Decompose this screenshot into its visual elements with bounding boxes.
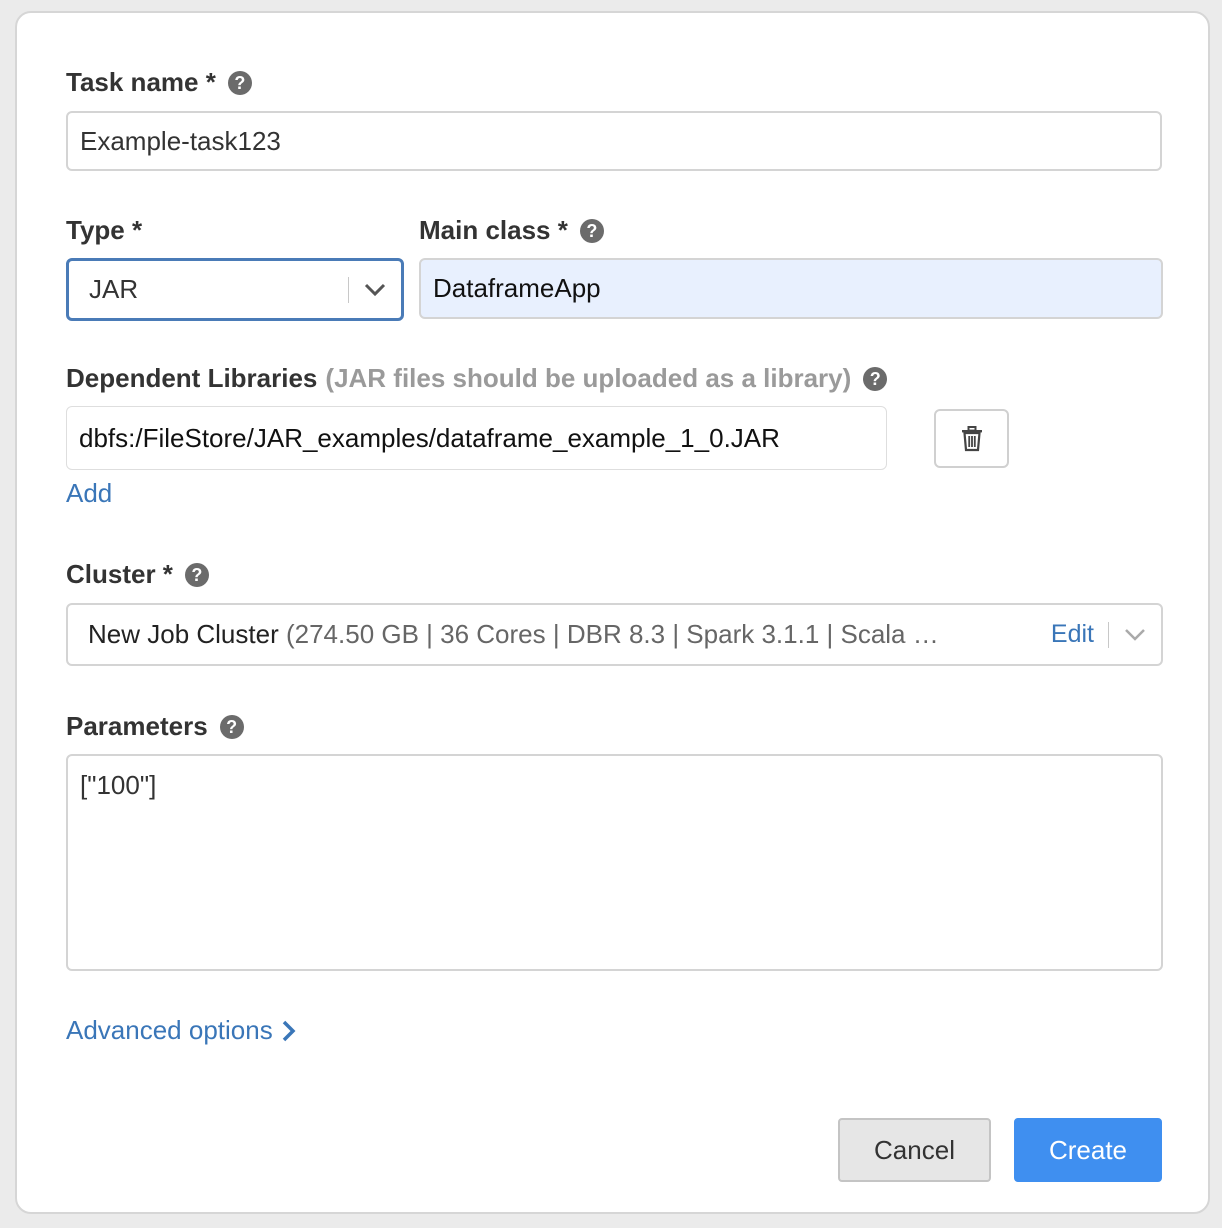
dependent-libraries-help-icon[interactable]: ? [863,366,888,391]
main-class-label: Main class * ? [419,215,604,246]
parameters-textarea[interactable]: ["100"] [66,754,1163,971]
main-class-help-icon[interactable]: ? [579,218,604,243]
cluster-help-icon[interactable]: ? [184,562,209,587]
create-button-label: Create [1048,1134,1128,1165]
cluster-edit-link[interactable]: Edit [1051,620,1094,649]
type-select-value: JAR [89,274,139,304]
main-class-input[interactable]: DataframeApp [419,258,1163,319]
remove-library-button[interactable] [934,409,1009,468]
advanced-options-label: Advanced options [66,1015,273,1045]
task-name-input[interactable]: Example-task123 [66,111,1162,171]
cancel-button-label: Cancel [874,1134,955,1165]
type-label-text: Type * [66,215,143,245]
task-name-label: Task name * ? [66,67,252,98]
main-class-label-text: Main class * [419,215,568,245]
advanced-options-toggle[interactable]: Advanced options [66,1015,297,1046]
type-select-divider [348,276,349,303]
create-button[interactable]: Create [1014,1118,1162,1182]
type-select[interactable]: JAR [66,258,404,321]
cluster-select[interactable]: New Job Cluster (274.50 GB | 36 Cores | … [66,603,1163,666]
cancel-button[interactable]: Cancel [838,1118,991,1182]
cluster-label-text: Cluster * [66,559,173,589]
task-name-value: Example-task123 [80,125,281,156]
type-label: Type * [66,215,142,246]
cluster-select-divider [1108,621,1109,648]
task-name-label-text: Task name * [66,67,216,97]
dependent-libraries-hint: (JAR files should be uploaded as a libra… [325,363,852,393]
cluster-summary: New Job Cluster (274.50 GB | 36 Cores | … [88,619,939,650]
dependent-libraries-label-text: Dependent Libraries [66,363,318,393]
cluster-name: New Job Cluster [88,619,279,649]
cluster-details: (274.50 GB | 36 Cores | DBR 8.3 | Spark … [285,619,939,649]
chevron-right-icon [282,1020,296,1041]
library-path-value: dbfs:/FileStore/JAR_examples/dataframe_e… [79,422,780,453]
library-path-input[interactable]: dbfs:/FileStore/JAR_examples/dataframe_e… [66,406,887,470]
create-task-dialog: Task name * ? Example-task123 Type * JAR… [15,11,1210,1214]
trash-icon [961,425,982,451]
cluster-label: Cluster * ? [66,559,209,590]
add-library-link[interactable]: Add [66,478,112,509]
parameters-value: ["100"] [80,770,157,800]
chevron-down-icon[interactable] [363,282,387,298]
chevron-down-icon[interactable] [1123,627,1147,643]
main-class-value: DataframeApp [433,273,601,303]
task-name-help-icon[interactable]: ? [227,70,252,95]
dependent-libraries-label: Dependent Libraries (JAR files should be … [66,363,888,394]
parameters-label: Parameters ? [66,711,244,742]
parameters-label-text: Parameters [66,711,208,741]
parameters-help-icon[interactable]: ? [219,714,244,739]
